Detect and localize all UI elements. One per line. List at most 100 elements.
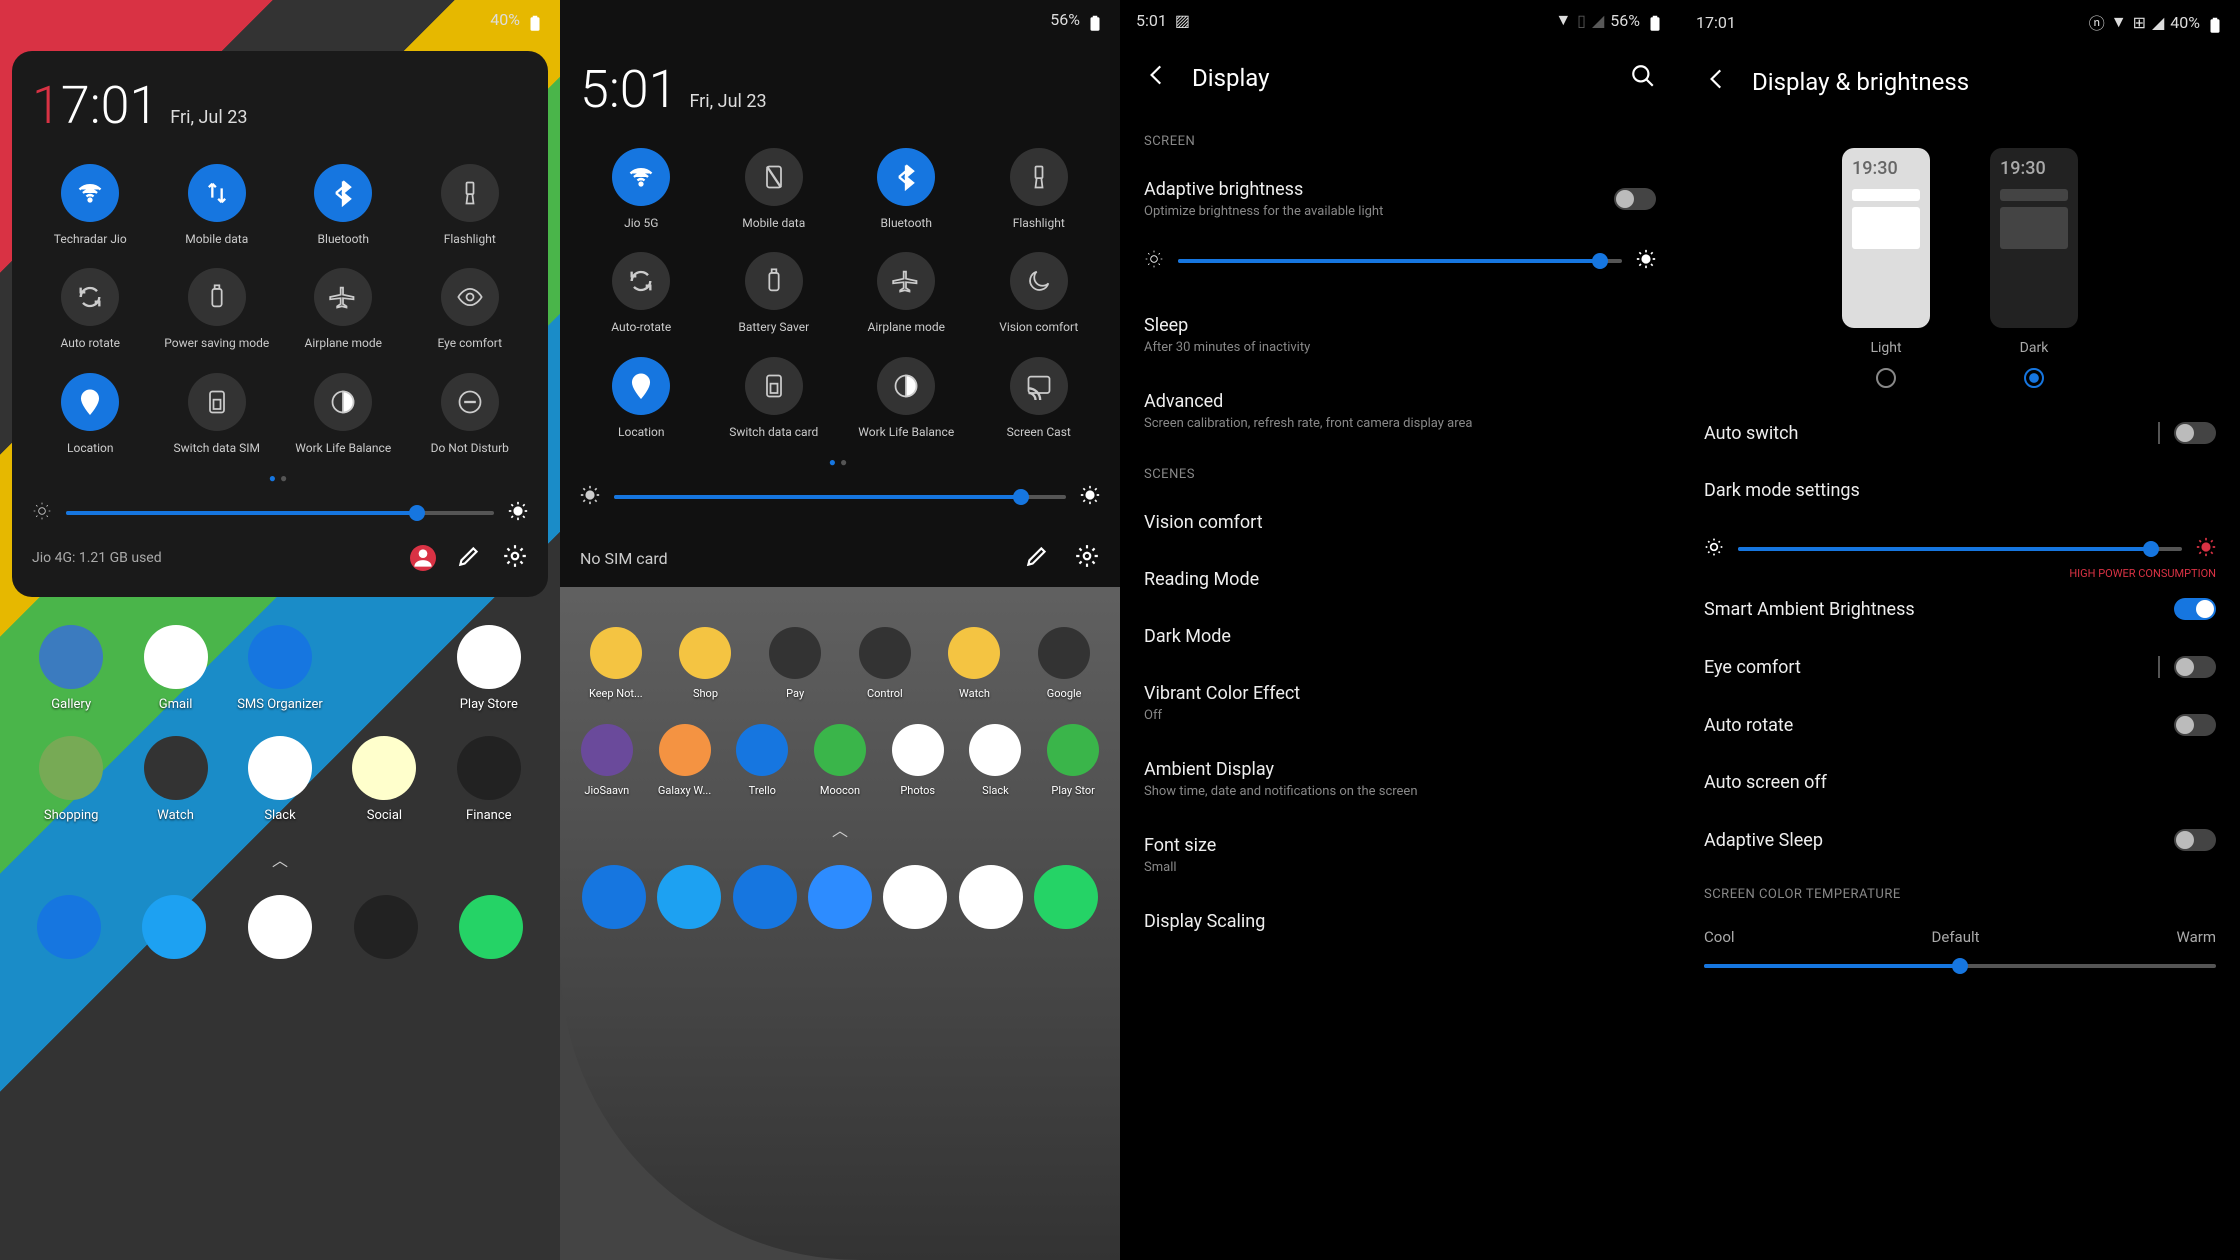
page-indicator[interactable]: ●●	[580, 455, 1100, 469]
user-avatar[interactable]	[410, 545, 436, 571]
app-Social[interactable]: Social	[337, 736, 431, 823]
brightness-slider[interactable]	[1120, 249, 1680, 273]
app-Pay[interactable]: Pay	[753, 627, 837, 700]
qs-tile-wlb[interactable]: Work Life Balance	[285, 373, 402, 455]
row-dark-mode-settings[interactable]: Dark mode settings	[1680, 462, 2240, 519]
qs-tile-pin[interactable]: Location	[580, 357, 703, 439]
app-Gallery[interactable]: Gallery	[24, 625, 118, 712]
row-advanced[interactable]: AdvancedScreen calibration, refresh rate…	[1120, 373, 1680, 449]
dock-phone[interactable]	[582, 865, 646, 929]
app-JioSaavn[interactable]: JioSaavn	[570, 724, 644, 797]
theme-light[interactable]: 19:30 Light	[1842, 148, 1930, 388]
dock-twitter[interactable]	[657, 865, 721, 929]
dock-whatsapp[interactable]	[459, 895, 523, 959]
row-display-scaling[interactable]: Display Scaling	[1120, 893, 1680, 950]
qs-tile-wlb[interactable]: Work Life Balance	[845, 357, 968, 439]
qs-tile-torch[interactable]: Flashlight	[978, 148, 1101, 230]
dock-phone[interactable]	[37, 895, 101, 959]
app-Watch[interactable]: Watch	[933, 627, 1017, 700]
qs-tile-eye[interactable]: Eye comfort	[412, 268, 529, 350]
app-Photos[interactable]: Photos	[881, 724, 955, 797]
app-Galaxy W...[interactable]: Galaxy W...	[648, 724, 722, 797]
radio-dark[interactable]	[2024, 368, 2044, 388]
edit-icon[interactable]	[1024, 543, 1050, 573]
theme-dark[interactable]: 19:30 Dark	[1990, 148, 2078, 388]
app-Moocon[interactable]: Moocon	[803, 724, 877, 797]
app-Google[interactable]: Google	[1022, 627, 1106, 700]
qs-tile-rotate[interactable]: Auto-rotate	[580, 252, 703, 334]
back-icon[interactable]	[1144, 62, 1170, 94]
qs-tile-updown[interactable]: Mobile data	[159, 164, 276, 246]
dock-gmail[interactable]	[959, 865, 1023, 929]
qs-tile-sim[interactable]: Switch data card	[713, 357, 836, 439]
row-reading-mode[interactable]: Reading Mode	[1120, 551, 1680, 608]
toggle-adaptive[interactable]	[1614, 188, 1656, 210]
row-adaptive-brightness[interactable]: Adaptive brightnessOptimize brightness f…	[1120, 161, 1680, 237]
row-sleep[interactable]: SleepAfter 30 minutes of inactivity	[1120, 297, 1680, 373]
dock-zoom[interactable]	[808, 865, 872, 929]
chevron-up-icon[interactable]: ︿	[0, 839, 560, 879]
brightness-slider[interactable]	[580, 485, 1100, 509]
back-icon[interactable]	[1704, 66, 1730, 98]
qs-tile-battery[interactable]: Battery Saver	[713, 252, 836, 334]
search-icon[interactable]	[1630, 63, 1656, 93]
dock-camera[interactable]	[354, 895, 418, 959]
app-Play Store[interactable]: Play Store	[442, 625, 536, 712]
dock-twitter[interactable]	[142, 895, 206, 959]
qs-tile-cast[interactable]: Screen Cast	[978, 357, 1101, 439]
app-Slack[interactable]: Slack	[233, 736, 327, 823]
app-Finance[interactable]: Finance	[442, 736, 536, 823]
qs-tile-pin[interactable]: Location	[32, 373, 149, 455]
qs-tile-wifi[interactable]: Jio 5G	[580, 148, 703, 230]
toggle[interactable]	[2174, 422, 2216, 444]
qs-tile-wifi[interactable]: Techradar Jio	[32, 164, 149, 246]
row-font-size[interactable]: Font sizeSmall	[1120, 817, 1680, 893]
brightness-slider[interactable]	[1680, 537, 2240, 561]
qs-tile-plane[interactable]: Airplane mode	[845, 252, 968, 334]
settings-icon[interactable]	[502, 543, 528, 573]
dock-whatsapp[interactable]	[1034, 865, 1098, 929]
dock-messages[interactable]	[733, 865, 797, 929]
app-Trello[interactable]: Trello	[725, 724, 799, 797]
app-Slack[interactable]: Slack	[959, 724, 1033, 797]
color-temp-slider[interactable]	[1680, 964, 2240, 968]
row-vision-comfort[interactable]: Vision comfort	[1120, 494, 1680, 551]
row-eye-comfort[interactable]: Eye comfort	[1680, 638, 2240, 696]
app-Keep Not...[interactable]: Keep Not...	[574, 627, 658, 700]
app-Control[interactable]: Control	[843, 627, 927, 700]
row-auto-rotate[interactable]: Auto rotate	[1680, 696, 2240, 754]
qs-tile-battery[interactable]: Power saving mode	[159, 268, 276, 350]
row-dark-mode[interactable]: Dark Mode	[1120, 608, 1680, 665]
row-auto-switch[interactable]: Auto switch	[1680, 404, 2240, 462]
app-Play Stor[interactable]: Play Stor	[1036, 724, 1110, 797]
settings-icon[interactable]	[1074, 543, 1100, 573]
qs-tile-sim[interactable]: Switch data SIM	[159, 373, 276, 455]
qs-tile-bt[interactable]: Bluetooth	[285, 164, 402, 246]
qs-tile-moon[interactable]: Vision comfort	[978, 252, 1101, 334]
dock-chrome[interactable]	[883, 865, 947, 929]
qs-tile-rotate[interactable]: Auto rotate	[32, 268, 149, 350]
page-indicator[interactable]: ●●	[32, 471, 528, 485]
qs-tile-torch[interactable]: Flashlight	[412, 164, 529, 246]
dock-chrome[interactable]	[248, 895, 312, 959]
toggle[interactable]	[2174, 714, 2216, 736]
app-Gmail[interactable]: Gmail	[128, 625, 222, 712]
qs-tile-bt[interactable]: Bluetooth	[845, 148, 968, 230]
chevron-up-icon[interactable]: ︿	[560, 809, 1120, 849]
app-Watch[interactable]: Watch	[128, 736, 222, 823]
app-Shopping[interactable]: Shopping	[24, 736, 118, 823]
radio-light[interactable]	[1876, 368, 1896, 388]
app-Shop[interactable]: Shop	[664, 627, 748, 700]
row-adaptive-sleep[interactable]: Adaptive Sleep	[1680, 811, 2240, 869]
qs-tile-plane[interactable]: Airplane mode	[285, 268, 402, 350]
toggle[interactable]	[2174, 656, 2216, 678]
row-ambient-display[interactable]: Ambient DisplayShow time, date and notif…	[1120, 741, 1680, 817]
row-auto-screen-off[interactable]: Auto screen off	[1680, 754, 2240, 811]
row-smart-ambient-brightness[interactable]: Smart Ambient Brightness	[1680, 580, 2240, 638]
qs-tile-dnd[interactable]: Do Not Disturb	[412, 373, 529, 455]
app-SMS Organizer[interactable]: SMS Organizer	[233, 625, 327, 712]
edit-icon[interactable]	[456, 543, 482, 573]
brightness-slider[interactable]	[32, 501, 528, 525]
toggle[interactable]	[2174, 829, 2216, 851]
row-vibrant-color-effect[interactable]: Vibrant Color EffectOff	[1120, 665, 1680, 741]
